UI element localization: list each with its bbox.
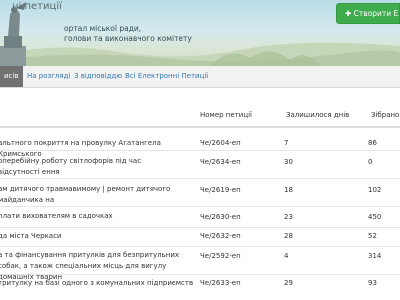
days-left: 29	[284, 279, 293, 287]
votes-count: 0	[368, 158, 373, 166]
site-subtitle: ортал міської ради,	[64, 24, 142, 33]
votes-count: 86	[368, 139, 377, 147]
days-left: 30	[284, 158, 293, 166]
votes-count: 314	[368, 252, 382, 260]
days-left: 18	[284, 186, 293, 194]
create-petition-button[interactable]: ✚ Створити Ел	[336, 3, 400, 24]
petition-number: Че/2592-еп	[200, 252, 241, 260]
petition-number: Че/2630-еп	[200, 213, 241, 221]
petition-tabs: исів На розгляді З відповіддю Всі Електр…	[0, 66, 400, 88]
plus-icon: ✚	[345, 9, 354, 18]
petition-number: Че/2604-еп	[200, 139, 241, 147]
column-header-days-left[interactable]: Залишилося днів	[286, 111, 349, 119]
tab-voting[interactable]: исів	[0, 66, 24, 87]
petition-number: Че/2634-еп	[200, 158, 241, 166]
table-row[interactable]: а та фінансування притулків для безприту…	[0, 247, 400, 281]
tab-under-review[interactable]: На розгляді	[27, 66, 70, 87]
banner-landscape	[0, 42, 400, 66]
petition-number: Че/2632-еп	[200, 232, 241, 240]
petition-title-link[interactable]: тритулку на базі одного з комунальних пі…	[0, 278, 194, 289]
days-left: 28	[284, 232, 293, 240]
tab-answered[interactable]: З відповіддю	[74, 66, 122, 87]
petition-number: Че/2633-еп	[200, 279, 241, 287]
petition-title-link[interactable]: да міста Черкаси	[0, 231, 194, 242]
votes-count: 52	[368, 232, 377, 240]
table-row[interactable]: альтного покриття на провулку Агатангела…	[0, 128, 400, 158]
petition-title-link[interactable]: плати вихователям в садочках	[0, 211, 194, 222]
petition-number: Че/2619-еп	[200, 186, 241, 194]
petition-title-link[interactable]: оперебійну роботу світлофорів під час ві…	[0, 156, 148, 178]
table-header: Номер петиції Залишилося днів Зібрано п	[0, 109, 400, 128]
tab-all-petitions[interactable]: Всі Електронні Петиції	[125, 66, 208, 87]
days-left: 4	[284, 252, 289, 260]
column-header-number[interactable]: Номер петиції	[200, 111, 252, 119]
table-row[interactable]: оперебійну роботу світлофорів під час ві…	[0, 151, 400, 179]
table-row[interactable]: плати вихователям в садочках Че/2630-еп …	[0, 207, 400, 228]
table-row[interactable]: ам дитячого травмавимому | ремонт дитячо…	[0, 179, 400, 207]
votes-count: 93	[368, 279, 377, 287]
petition-title-link[interactable]: ам дитячого травмавимому | ремонт дитячо…	[0, 184, 190, 206]
column-header-votes[interactable]: Зібрано п	[371, 111, 400, 119]
table-row[interactable]: да міста Черкаси Че/2632-еп 28 52	[0, 228, 400, 247]
header-banner: ні петиції ортал міської ради, голови та…	[0, 0, 400, 66]
votes-count: 450	[368, 213, 382, 221]
days-left: 23	[284, 213, 293, 221]
table-row[interactable]: тритулку на базі одного з комунальних пі…	[0, 275, 400, 300]
days-left: 7	[284, 139, 289, 147]
site-subtitle-2: голови та виконавчого комітету	[64, 34, 192, 43]
votes-count: 102	[368, 186, 382, 194]
page-title: ні петиції	[12, 1, 62, 12]
create-petition-label: Створити Ел	[353, 9, 400, 18]
